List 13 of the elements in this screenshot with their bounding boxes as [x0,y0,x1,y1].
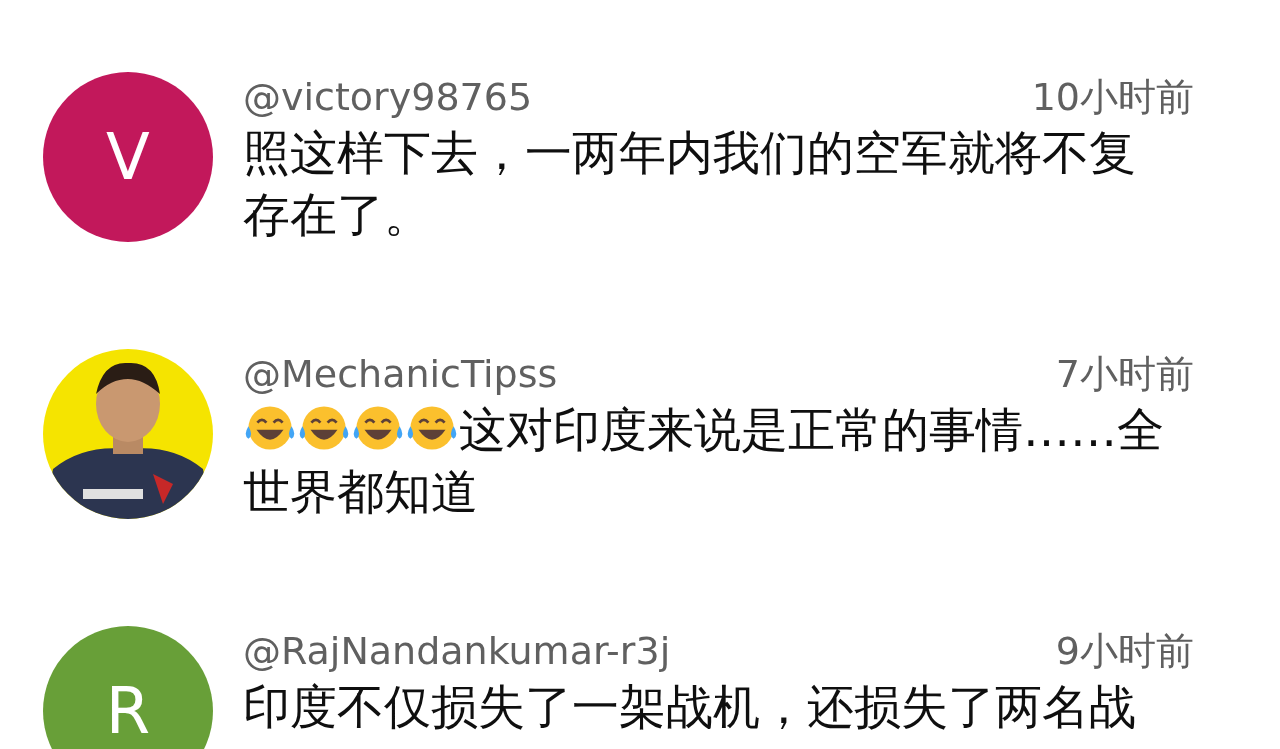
comment-time: 7小时前 [1055,350,1194,398]
comment-text: 印度不仅损失了一架战机，还损失了两名战 [243,678,1137,736]
comment-author[interactable]: @RajNandankumar-r3j [243,622,671,680]
comment-time: 10小时前 [1031,73,1194,121]
comment-author[interactable]: @victory98765 [243,68,533,126]
avatar-letter: V [106,119,150,196]
avatar[interactable]: V [43,72,213,242]
avatar-letter: R [105,673,151,749]
avatar[interactable]: R [43,626,213,749]
comment-text: 照这样下去，一两年内我们的空军就将不复存在了。 [243,124,1137,244]
comment-time: 9小时前 [1055,627,1194,675]
comment-text: 这对印度来说是正常的事情……全世界都知道 [243,401,1165,521]
comment-author[interactable]: @MechanicTipss [243,345,558,403]
